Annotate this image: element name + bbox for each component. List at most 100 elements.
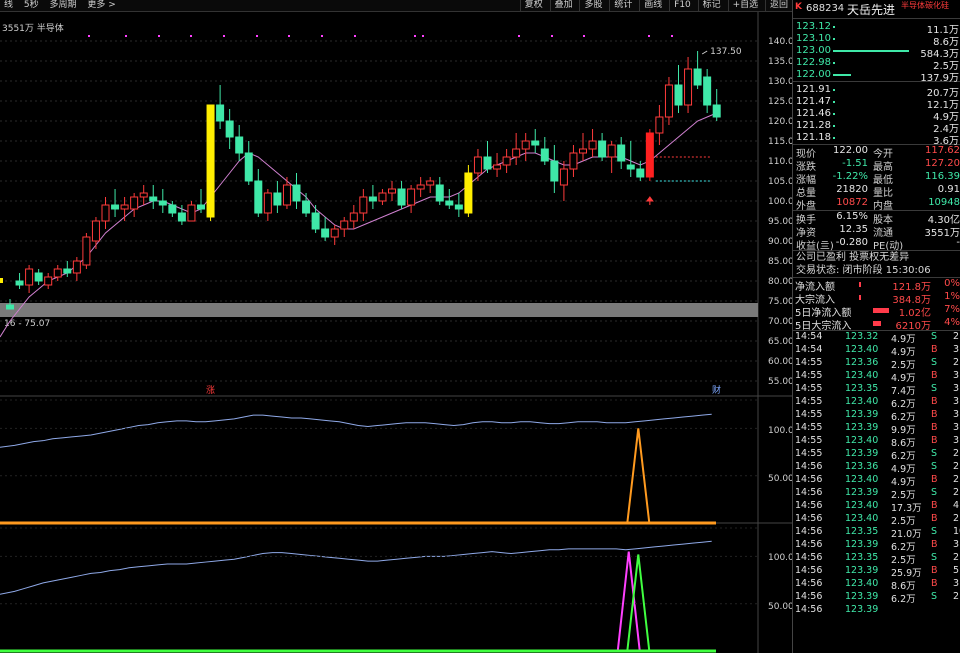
ask-row[interactable]: 123.10 8.6万 bbox=[793, 33, 960, 48]
edge-mark bbox=[0, 278, 3, 283]
tick-row: 14:55 123.36 2.5万 S 2 bbox=[795, 357, 960, 371]
toolbar-item-5s[interactable]: 5秒 bbox=[20, 0, 43, 11]
toolbar-left: 线 5秒 多周期 更多 > bbox=[0, 0, 120, 11]
candle-body bbox=[273, 192, 282, 206]
candle-body bbox=[445, 200, 454, 206]
candle-body bbox=[569, 152, 578, 170]
ask-row[interactable]: 122.00 137.9万 bbox=[793, 69, 960, 84]
ask-list: 123.12 11.1万 123.10 8.6万 123.00 584.3万 122.98 2… bbox=[793, 21, 960, 84]
quote-row: 涨幅 -1.22% 最低 116.39 bbox=[796, 171, 960, 186]
bid-row[interactable]: 121.47 12.1万 bbox=[793, 96, 960, 111]
bid-price: 121.28 bbox=[796, 120, 831, 131]
candle-body bbox=[397, 188, 406, 206]
candle-body bbox=[626, 164, 635, 170]
candles bbox=[0, 51, 721, 310]
candle-body bbox=[512, 148, 521, 158]
fund-flow-bar bbox=[873, 321, 881, 326]
chart-grid bbox=[0, 12, 759, 653]
ind1-axis-50: 50.00 bbox=[768, 474, 792, 484]
toolbar-multi-stock[interactable]: 多股 bbox=[579, 0, 606, 11]
toolbar-mark[interactable]: 标记 bbox=[697, 0, 725, 11]
ask-row[interactable]: 123.12 11.1万 bbox=[793, 21, 960, 36]
candle-body bbox=[416, 184, 425, 190]
indicator-panel-1 bbox=[0, 399, 758, 525]
toolbar-item-line[interactable]: 线 bbox=[0, 0, 17, 11]
marker-cai: 财 bbox=[712, 384, 721, 396]
candle-body bbox=[282, 184, 291, 206]
candle-body bbox=[407, 188, 416, 206]
candle-body bbox=[617, 144, 626, 162]
candle-body bbox=[292, 184, 301, 202]
candle-body bbox=[263, 192, 272, 214]
bid-row[interactable]: 121.18 3.6万 bbox=[793, 132, 960, 147]
toolbar-restore-rights[interactable]: 复权 bbox=[519, 0, 547, 11]
toolbar-right: 复权 叠加 多股 统计 画线 F10 标记 +自选 返回 bbox=[519, 0, 792, 11]
candle-body bbox=[197, 204, 205, 210]
candle-body bbox=[254, 180, 263, 214]
bid-price: 121.18 bbox=[796, 132, 831, 143]
candle-body bbox=[130, 196, 139, 210]
price-axis-label: 80.00 bbox=[768, 277, 792, 287]
candle-body bbox=[330, 228, 339, 238]
stock-code: 688234 bbox=[806, 3, 845, 14]
candle-body bbox=[187, 204, 196, 222]
price-axis-label: 130.0 bbox=[768, 77, 792, 87]
fund-flow-bar bbox=[859, 282, 861, 287]
tick-row: 14:56 123.39 6.2万 B 3 bbox=[795, 539, 960, 553]
k-badge: K bbox=[795, 2, 802, 12]
candle-body bbox=[645, 132, 654, 178]
toolbar-item-more[interactable]: 更多 > bbox=[83, 0, 119, 11]
bid-row[interactable]: 121.46 4.9万 bbox=[793, 108, 960, 123]
candle-body bbox=[349, 212, 358, 222]
candle-body bbox=[168, 204, 177, 214]
candle-body bbox=[34, 272, 43, 282]
price-axis-label: 65.00 bbox=[768, 337, 792, 347]
candle-body bbox=[225, 120, 234, 138]
ask-row[interactable]: 123.00 584.3万 bbox=[793, 45, 960, 60]
indicator-panel-2 bbox=[0, 527, 758, 653]
price-axis-label: 100.0 bbox=[768, 197, 792, 207]
price-axis-label: 105.0 bbox=[768, 177, 792, 187]
price-axis-label: 110.0 bbox=[768, 157, 792, 167]
toolbar-item-multi-period[interactable]: 多周期 bbox=[46, 0, 81, 11]
tick-row: 14:54 123.40 4.9万 B 3 bbox=[795, 344, 960, 358]
stock-sector-tag[interactable]: 半导体碳化硅 bbox=[901, 0, 949, 11]
candle-body bbox=[426, 180, 435, 186]
toolbar-f10[interactable]: F10 bbox=[669, 0, 695, 11]
candle-body bbox=[149, 196, 158, 202]
bid-price: 121.47 bbox=[796, 96, 831, 107]
quote-row: 换手 6.15% 股本 4.30亿 bbox=[796, 211, 960, 226]
kline-chart[interactable]: 140.0 135.0 130.0 125.0 120.0 115.0 110.0 105.0… bbox=[0, 12, 792, 653]
candle-body bbox=[636, 168, 645, 178]
bid-row[interactable]: 121.91 20.7万 bbox=[793, 84, 960, 99]
quote-row: 净资 12.35 流通 3551万 bbox=[796, 224, 960, 239]
ask-volume-bar bbox=[833, 74, 851, 76]
price-axis-label: 140.0 bbox=[768, 37, 792, 47]
toolbar-statistics[interactable]: 统计 bbox=[609, 0, 636, 11]
candle-body bbox=[454, 204, 463, 210]
stock-name: 天岳先进 bbox=[847, 3, 896, 17]
candle-body bbox=[674, 84, 683, 106]
ask-volume: 137.9万 bbox=[920, 73, 959, 84]
toolbar-back[interactable]: 返回 bbox=[764, 0, 792, 11]
tick-row: 14:56 123.40 17.3万 B 4 bbox=[795, 500, 960, 514]
candle-body bbox=[388, 188, 396, 194]
price-axis-label: 125.0 bbox=[768, 97, 792, 107]
tick-row: 14:56 123.35 2.5万 S 2 bbox=[795, 552, 960, 566]
price-axis-label: 95.00 bbox=[768, 217, 792, 227]
ask-price: 122.00 bbox=[796, 69, 831, 80]
ask-row[interactable]: 122.98 2.5万 bbox=[793, 57, 960, 72]
candle-body bbox=[91, 220, 100, 242]
candle-body bbox=[712, 104, 721, 118]
candle-body bbox=[588, 140, 597, 150]
toolbar-draw-line[interactable]: 画线 bbox=[639, 0, 666, 11]
candle-body bbox=[540, 148, 549, 162]
bid-row[interactable]: 121.28 2.4万 bbox=[793, 120, 960, 135]
tick-row: 14:56 123.40 8.6万 B 3 bbox=[795, 578, 960, 592]
toolbar-add-watchlist[interactable]: +自选 bbox=[727, 0, 763, 11]
toolbar-overlay[interactable]: 叠加 bbox=[549, 0, 577, 11]
trading-status: 交易状态: 闭市阶段 15:30:06 bbox=[796, 265, 931, 276]
candle-body bbox=[120, 204, 129, 210]
tick-row: 14:56 123.40 2.5万 B 2 bbox=[795, 513, 960, 527]
candle-body bbox=[101, 204, 110, 222]
